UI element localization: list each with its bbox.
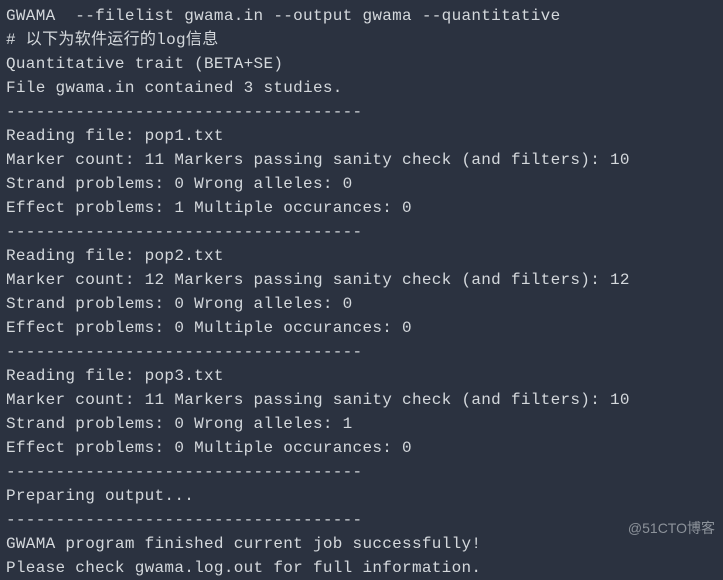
terminal-line: Strand problems: 0 Wrong alleles: 0 — [6, 292, 717, 316]
terminal-line: Please check gwama.log.out for full info… — [6, 556, 717, 580]
terminal-line: File gwama.in contained 3 studies. — [6, 76, 717, 100]
terminal-line: Reading file: pop2.txt — [6, 244, 717, 268]
terminal-line: Reading file: pop1.txt — [6, 124, 717, 148]
terminal-line: ------------------------------------ — [6, 508, 717, 532]
terminal-line: Preparing output... — [6, 484, 717, 508]
terminal-line: Reading file: pop3.txt — [6, 364, 717, 388]
terminal-line: Strand problems: 0 Wrong alleles: 0 — [6, 172, 717, 196]
terminal-line: Marker count: 11 Markers passing sanity … — [6, 148, 717, 172]
terminal-line: Quantitative trait (BETA+SE) — [6, 52, 717, 76]
terminal-line: # 以下为软件运行的log信息 — [6, 28, 717, 52]
terminal-line: Effect problems: 1 Multiple occurances: … — [6, 196, 717, 220]
terminal-line: Effect problems: 0 Multiple occurances: … — [6, 316, 717, 340]
terminal-output: GWAMA --filelist gwama.in --output gwama… — [6, 4, 717, 580]
terminal-line: ------------------------------------ — [6, 340, 717, 364]
terminal-line: GWAMA --filelist gwama.in --output gwama… — [6, 4, 717, 28]
terminal-line: ------------------------------------ — [6, 220, 717, 244]
terminal-line: Effect problems: 0 Multiple occurances: … — [6, 436, 717, 460]
terminal-line: Marker count: 11 Markers passing sanity … — [6, 388, 717, 412]
terminal-line: ------------------------------------ — [6, 460, 717, 484]
watermark-text: @51CTO博客 — [628, 518, 715, 539]
terminal-line: ------------------------------------ — [6, 100, 717, 124]
terminal-line: Marker count: 12 Markers passing sanity … — [6, 268, 717, 292]
terminal-line: Strand problems: 0 Wrong alleles: 1 — [6, 412, 717, 436]
terminal-line: GWAMA program finished current job succe… — [6, 532, 717, 556]
